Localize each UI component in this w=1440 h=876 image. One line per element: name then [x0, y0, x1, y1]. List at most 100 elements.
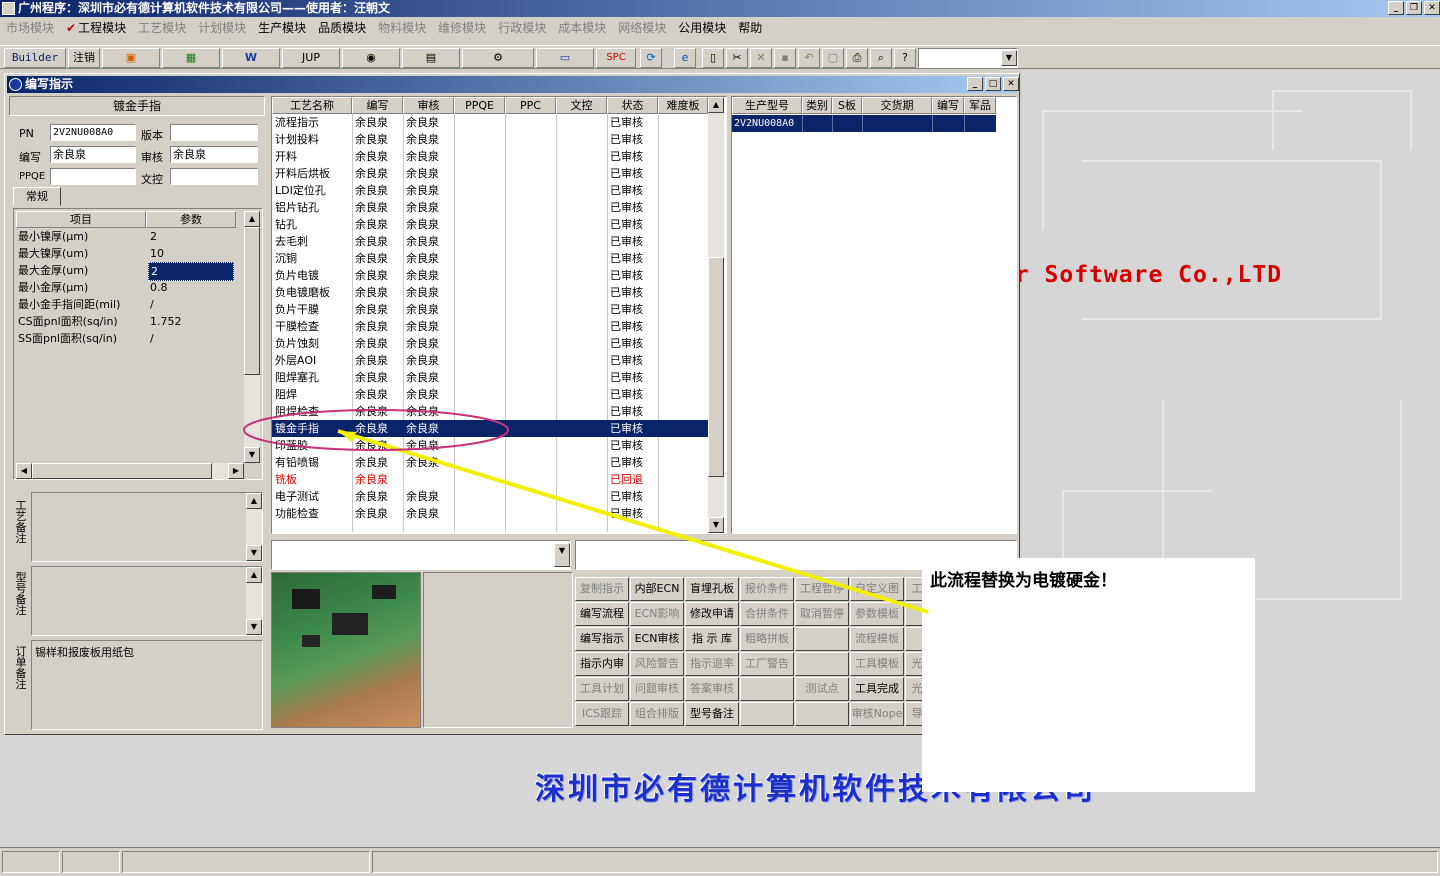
process-column-header[interactable]: PPQE	[454, 97, 505, 114]
process-row[interactable]: 开料 余良泉 余良泉 已审核	[272, 148, 708, 165]
process-column-header[interactable]: 难度板	[658, 97, 708, 114]
action-button[interactable]	[795, 652, 849, 676]
action-button[interactable]: 编写指示	[575, 627, 629, 651]
scroll-up-icon[interactable]: ▲	[244, 211, 260, 227]
action-button[interactable]: 修改申请	[685, 602, 739, 626]
process-vscroll[interactable]: ▲ ▼	[708, 97, 724, 533]
action-button[interactable]: 编写流程	[575, 602, 629, 626]
process-row[interactable]: 镀金手指 余良泉 余良泉 已审核	[272, 420, 708, 437]
reviewer-field[interactable]: 余良泉	[170, 146, 258, 163]
eye-icon[interactable]: ◉	[342, 48, 400, 68]
process-row[interactable]: 负电镀磨板 余良泉 余良泉 已审核	[272, 284, 708, 301]
model-column-header[interactable]: S板	[832, 97, 862, 114]
action-button[interactable]: 工具模板	[850, 652, 904, 676]
menu-item[interactable]: 品质模块	[318, 19, 366, 36]
process-row[interactable]: LDI定位孔 余良泉 余良泉 已审核	[272, 182, 708, 199]
print-icon[interactable]: ⎙	[846, 48, 868, 68]
scroll-down-icon[interactable]: ▼	[708, 517, 724, 533]
doc-control-field[interactable]	[170, 168, 258, 185]
action-button[interactable]: 内部ECN	[630, 577, 684, 601]
find-icon[interactable]: ⌕	[870, 48, 892, 68]
database-icon[interactable]: ▤	[402, 48, 460, 68]
params-row[interactable]: 最小镍厚(μm) 2	[16, 228, 236, 245]
menu-item[interactable]: 计划模块	[198, 19, 246, 36]
action-button[interactable]: 型号备注	[685, 702, 739, 726]
ppqe-field[interactable]	[50, 168, 136, 185]
ie-icon[interactable]: e	[674, 48, 696, 68]
process-column-header[interactable]: 审核	[403, 97, 454, 114]
action-button[interactable]: 取消暂停	[795, 602, 849, 626]
param-value[interactable]: 2	[148, 228, 234, 245]
minimize-icon[interactable]: _	[967, 77, 983, 91]
params-header-value[interactable]: 参数	[146, 211, 236, 228]
process-row[interactable]: 干膜检查 余良泉 余良泉 已审核	[272, 318, 708, 335]
scroll-thumb[interactable]	[32, 463, 212, 479]
process-row[interactable]: 计划投料 余良泉 余良泉 已审核	[272, 131, 708, 148]
params-vscroll[interactable]: ▲ ▼	[244, 211, 260, 463]
params-row[interactable]: 最小金厚(μm) 0.8	[16, 279, 236, 296]
action-button[interactable]: 工具计划	[575, 677, 629, 701]
process-row[interactable]: 有铅喷锡 余良泉 余良泉 已审核	[272, 454, 708, 471]
word-icon[interactable]: W	[222, 48, 280, 68]
menu-item[interactable]: 公用模块	[678, 19, 726, 36]
process-row[interactable]: 功能检查 余良泉 余良泉 已审核	[272, 505, 708, 522]
action-button[interactable]: 复制指示	[575, 577, 629, 601]
params-header-item[interactable]: 项目	[16, 211, 146, 228]
model-column-header[interactable]: 交货期	[862, 97, 932, 114]
params-row[interactable]: 最小金手指间距(mil) /	[16, 296, 236, 313]
help-icon[interactable]: ?	[894, 48, 916, 68]
menu-item[interactable]: 帮助	[738, 19, 762, 36]
preview-icon[interactable]: ▢	[822, 48, 844, 68]
tab-general[interactable]: 常规	[13, 187, 61, 206]
menu-item[interactable]: ✔ 工程模块	[66, 19, 126, 36]
menu-item[interactable]: 成本模块	[558, 19, 606, 36]
menu-item[interactable]: 网络模块	[618, 19, 666, 36]
process-row[interactable]: 阻焊 余良泉 余良泉 已审核	[272, 386, 708, 403]
params-row[interactable]: SS面pnl面积(sq/in) /	[16, 330, 236, 347]
menu-item[interactable]: 工艺模块	[138, 19, 186, 36]
model-column-header[interactable]: 生产型号	[732, 97, 802, 114]
save-icon[interactable]: ▪	[774, 48, 796, 68]
logout-button[interactable]: 注销	[68, 48, 100, 68]
model-row[interactable]: 2V2NU008A0	[732, 115, 996, 132]
action-button[interactable]: ECN审核	[630, 627, 684, 651]
param-value[interactable]: /	[148, 330, 234, 347]
process-row[interactable]: 去毛刺 余良泉 余良泉 已审核	[272, 233, 708, 250]
param-value[interactable]: /	[148, 296, 234, 313]
action-button[interactable]: 参数模板	[850, 602, 904, 626]
process-row[interactable]: 开料后烘板 余良泉 余良泉 已审核	[272, 165, 708, 182]
action-button[interactable]: 工厂警告	[740, 652, 794, 676]
process-row[interactable]: 沉铜 余良泉 余良泉 已审核	[272, 250, 708, 267]
action-button[interactable]: 审核Nope	[850, 702, 904, 726]
scroll-left-icon[interactable]: ◀	[16, 463, 32, 479]
builder-button[interactable]: Builder	[4, 48, 66, 68]
action-button[interactable]	[795, 627, 849, 651]
action-button[interactable]: 测试点	[795, 677, 849, 701]
process-row[interactable]: 阻焊塞孔 余良泉 余良泉 已审核	[272, 369, 708, 386]
tools-icon[interactable]: ⚙	[462, 48, 534, 68]
action-button[interactable]: 盲埋孔板	[685, 577, 739, 601]
menu-item[interactable]: 维修模块	[438, 19, 486, 36]
action-button[interactable]: 指 示 库	[685, 627, 739, 651]
action-button[interactable]: 指示内审	[575, 652, 629, 676]
process-note[interactable]: ▲ ▼	[31, 492, 263, 562]
process-row[interactable]: 电子测试 余良泉 余良泉 已审核	[272, 488, 708, 505]
param-value[interactable]: 0.8	[148, 279, 234, 296]
spc-button[interactable]: SPC	[596, 48, 636, 68]
scroll-thumb[interactable]	[244, 227, 260, 375]
process-row[interactable]: 钻孔 余良泉 余良泉 已审核	[272, 216, 708, 233]
action-button[interactable]: 指示退率	[685, 652, 739, 676]
action-button[interactable]: 流程模板	[850, 627, 904, 651]
action-button[interactable]: 粗略拼板	[740, 627, 794, 651]
author-field[interactable]: 余良泉	[50, 146, 136, 163]
params-row[interactable]: 最大金厚(um) 2	[16, 262, 236, 281]
refresh-icon[interactable]: ⟳	[640, 48, 662, 68]
scroll-down-icon[interactable]: ▼	[244, 447, 260, 463]
powerpoint-icon[interactable]: ▣	[102, 48, 160, 68]
process-column-header[interactable]: PPC	[505, 97, 556, 114]
menu-item[interactable]: 市场模块	[6, 19, 54, 36]
restore-icon[interactable]: ❐	[1406, 1, 1422, 15]
process-column-header[interactable]: 工艺名称	[272, 97, 352, 114]
jup-button[interactable]: JUP	[282, 48, 340, 68]
excel-icon[interactable]: ▦	[162, 48, 220, 68]
